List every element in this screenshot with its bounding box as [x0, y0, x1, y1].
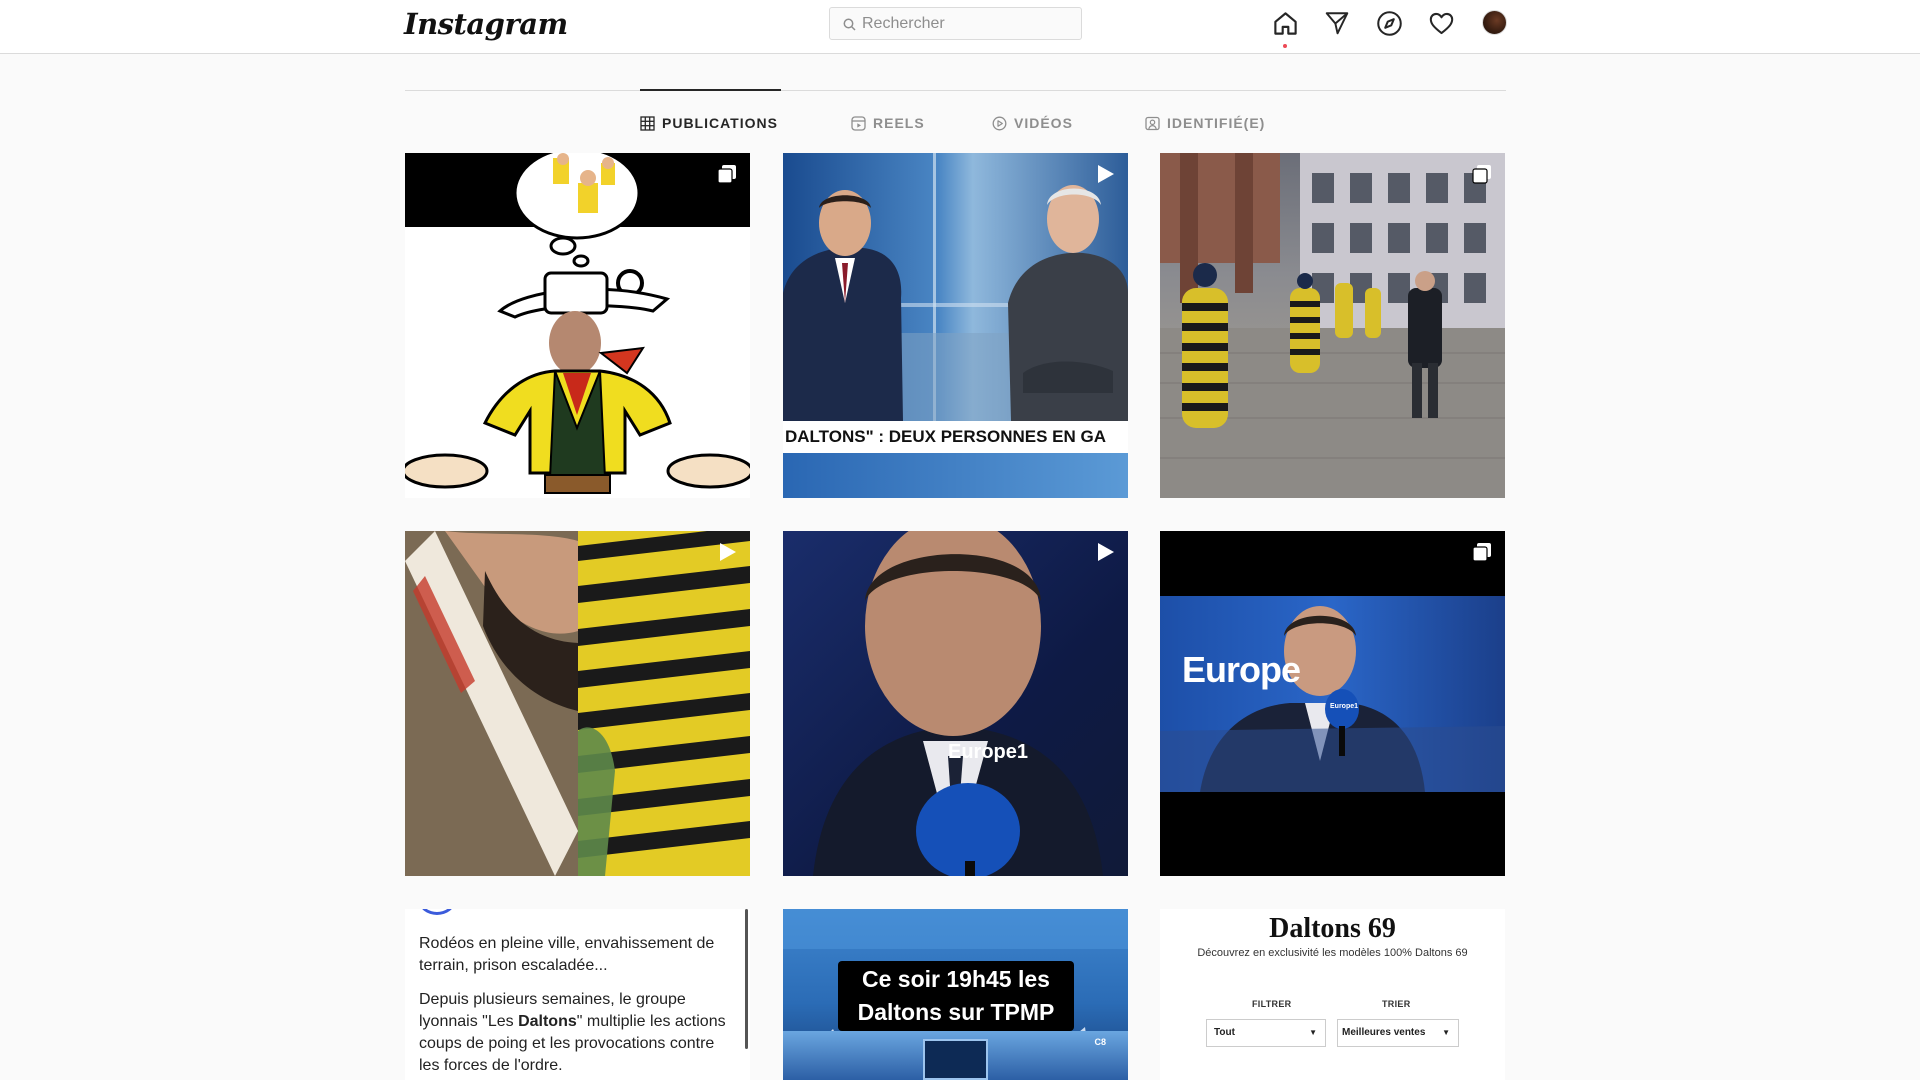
news-ticker-text: DALTONS" : DEUX PERSONNES EN GA [783, 421, 1128, 453]
post-thumbnail[interactable]: Europe Europe1 [1160, 531, 1505, 876]
tagged-icon [1145, 116, 1160, 130]
active-tab-indicator [640, 89, 781, 91]
post-image-interview [813, 531, 1103, 876]
sort-select[interactable]: Meilleures ventes ▼ [1337, 1019, 1459, 1047]
post-body-text: Depuis plusieurs semaines, le groupe lyo… [419, 991, 726, 1074]
filter-select[interactable]: Tout ▼ [1206, 1019, 1326, 1047]
activity-button[interactable] [1426, 8, 1456, 38]
direct-messages-button[interactable] [1322, 8, 1352, 38]
grid-icon [640, 115, 655, 131]
search-input[interactable] [862, 8, 1077, 39]
dropdown-caret-icon: ▼ [1442, 1028, 1450, 1037]
tabs-divider [405, 90, 1506, 91]
post-thumbnail[interactable]: DALTONS" : DEUX PERSONNES EN GA [783, 153, 1128, 498]
stage-screen [923, 1039, 988, 1080]
post-image-split [405, 531, 750, 876]
post-thumbnail[interactable] [1160, 153, 1505, 498]
post-image-street [1160, 153, 1505, 498]
play-icon [1098, 543, 1114, 561]
top-navigation-bar: Instagram [0, 0, 1920, 54]
post-lead-text: Rodéos en pleine ville, envahissement de… [419, 935, 715, 974]
backdrop-text: Europe [1182, 649, 1301, 690]
tab-tagged[interactable]: IDENTIFIÉ(E) [1145, 114, 1265, 132]
dropdown-caret-icon: ▼ [1309, 1028, 1317, 1037]
filter-select-value: Tout [1214, 1027, 1235, 1038]
tab-label: VIDÉOS [1014, 115, 1073, 131]
post-thumbnail[interactable]: Rodéos en pleine ville, envahissement de… [405, 909, 750, 1080]
direct-icon [1325, 12, 1349, 35]
tab-label: REELS [873, 115, 925, 131]
home-button[interactable] [1270, 8, 1300, 38]
mic-flag-label: Europe1 [948, 741, 1029, 763]
post-thumbnail[interactable] [405, 531, 750, 876]
sort-select-value: Meilleures ventes [1342, 1027, 1426, 1038]
text-scrollbar [745, 909, 748, 1049]
post-thumbnail[interactable]: Ce soir 19h45 les Daltons sur TPMP C8 [783, 909, 1128, 1080]
play-icon [1098, 165, 1114, 183]
mic-flag-label: Europe1 [1330, 703, 1359, 710]
search-icon [843, 18, 856, 31]
instagram-logo[interactable]: Instagram [404, 7, 568, 41]
carousel-icon [1472, 543, 1491, 562]
profile-avatar[interactable] [1482, 10, 1507, 35]
post-thumbnail[interactable] [405, 153, 750, 498]
shop-subtitle: Découvrez en exclusivité les modèles 100… [1197, 947, 1468, 959]
play-icon [720, 543, 736, 561]
promo-caption: Ce soir 19h45 les Daltons sur TPMP [838, 961, 1074, 1031]
carousel-icon [1472, 165, 1491, 184]
tab-reels[interactable]: REELS [851, 114, 925, 132]
ticker-band [783, 453, 1128, 498]
explore-button[interactable] [1374, 8, 1404, 38]
tab-label: PUBLICATIONS [662, 115, 778, 131]
home-icon [1273, 11, 1297, 35]
sort-label: TRIER [1382, 999, 1411, 1009]
video-play-icon [992, 116, 1007, 130]
post-image-cartoon [405, 153, 750, 494]
post-thumbnail[interactable]: Daltons 69 Découvrez en exclusivité les … [1160, 909, 1505, 1080]
post-thumbnail[interactable]: Europe1 [783, 531, 1128, 876]
search-box[interactable] [829, 7, 1082, 40]
explore-icon [1376, 10, 1402, 36]
reels-icon [851, 115, 866, 131]
shop-title: Daltons 69 [1269, 913, 1396, 944]
profile-circle [419, 909, 455, 915]
activity-heart-icon [1429, 12, 1453, 34]
home-active-dot [1283, 44, 1287, 48]
tab-publications[interactable]: PUBLICATIONS [640, 114, 778, 132]
filter-label: FILTRER [1252, 999, 1292, 1009]
channel-mark: C8 [1094, 1037, 1106, 1047]
tab-label: IDENTIFIÉ(E) [1167, 115, 1266, 131]
carousel-icon [717, 165, 736, 184]
tab-videos[interactable]: VIDÉOS [992, 114, 1073, 132]
